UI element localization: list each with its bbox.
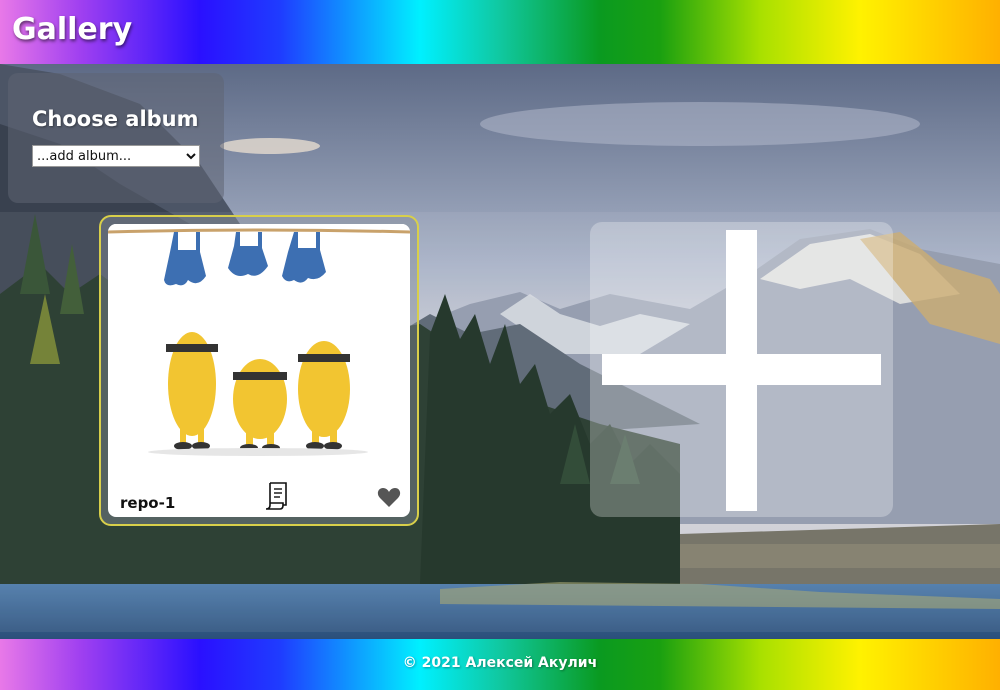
album-card-body: repo-1 (108, 224, 410, 517)
album-card[interactable]: repo-1 (99, 215, 419, 526)
document-icon[interactable] (264, 481, 290, 511)
plus-icon-bar (602, 354, 881, 385)
add-album-button[interactable] (590, 222, 893, 517)
album-card-name: repo-1 (120, 494, 176, 512)
album-picker-panel: Choose album ...add album... (8, 73, 224, 203)
album-select[interactable]: ...add album... (32, 145, 200, 167)
album-picker-title: Choose album (32, 107, 199, 131)
footer-bar: © 2021 Алексей Акулич (0, 639, 1000, 690)
album-cover-image (108, 224, 410, 464)
app-title: Gallery (12, 12, 133, 47)
footer-copyright: © 2021 Алексей Акулич (402, 655, 598, 671)
header-bar: Gallery (0, 0, 1000, 64)
heart-icon[interactable] (377, 486, 401, 508)
